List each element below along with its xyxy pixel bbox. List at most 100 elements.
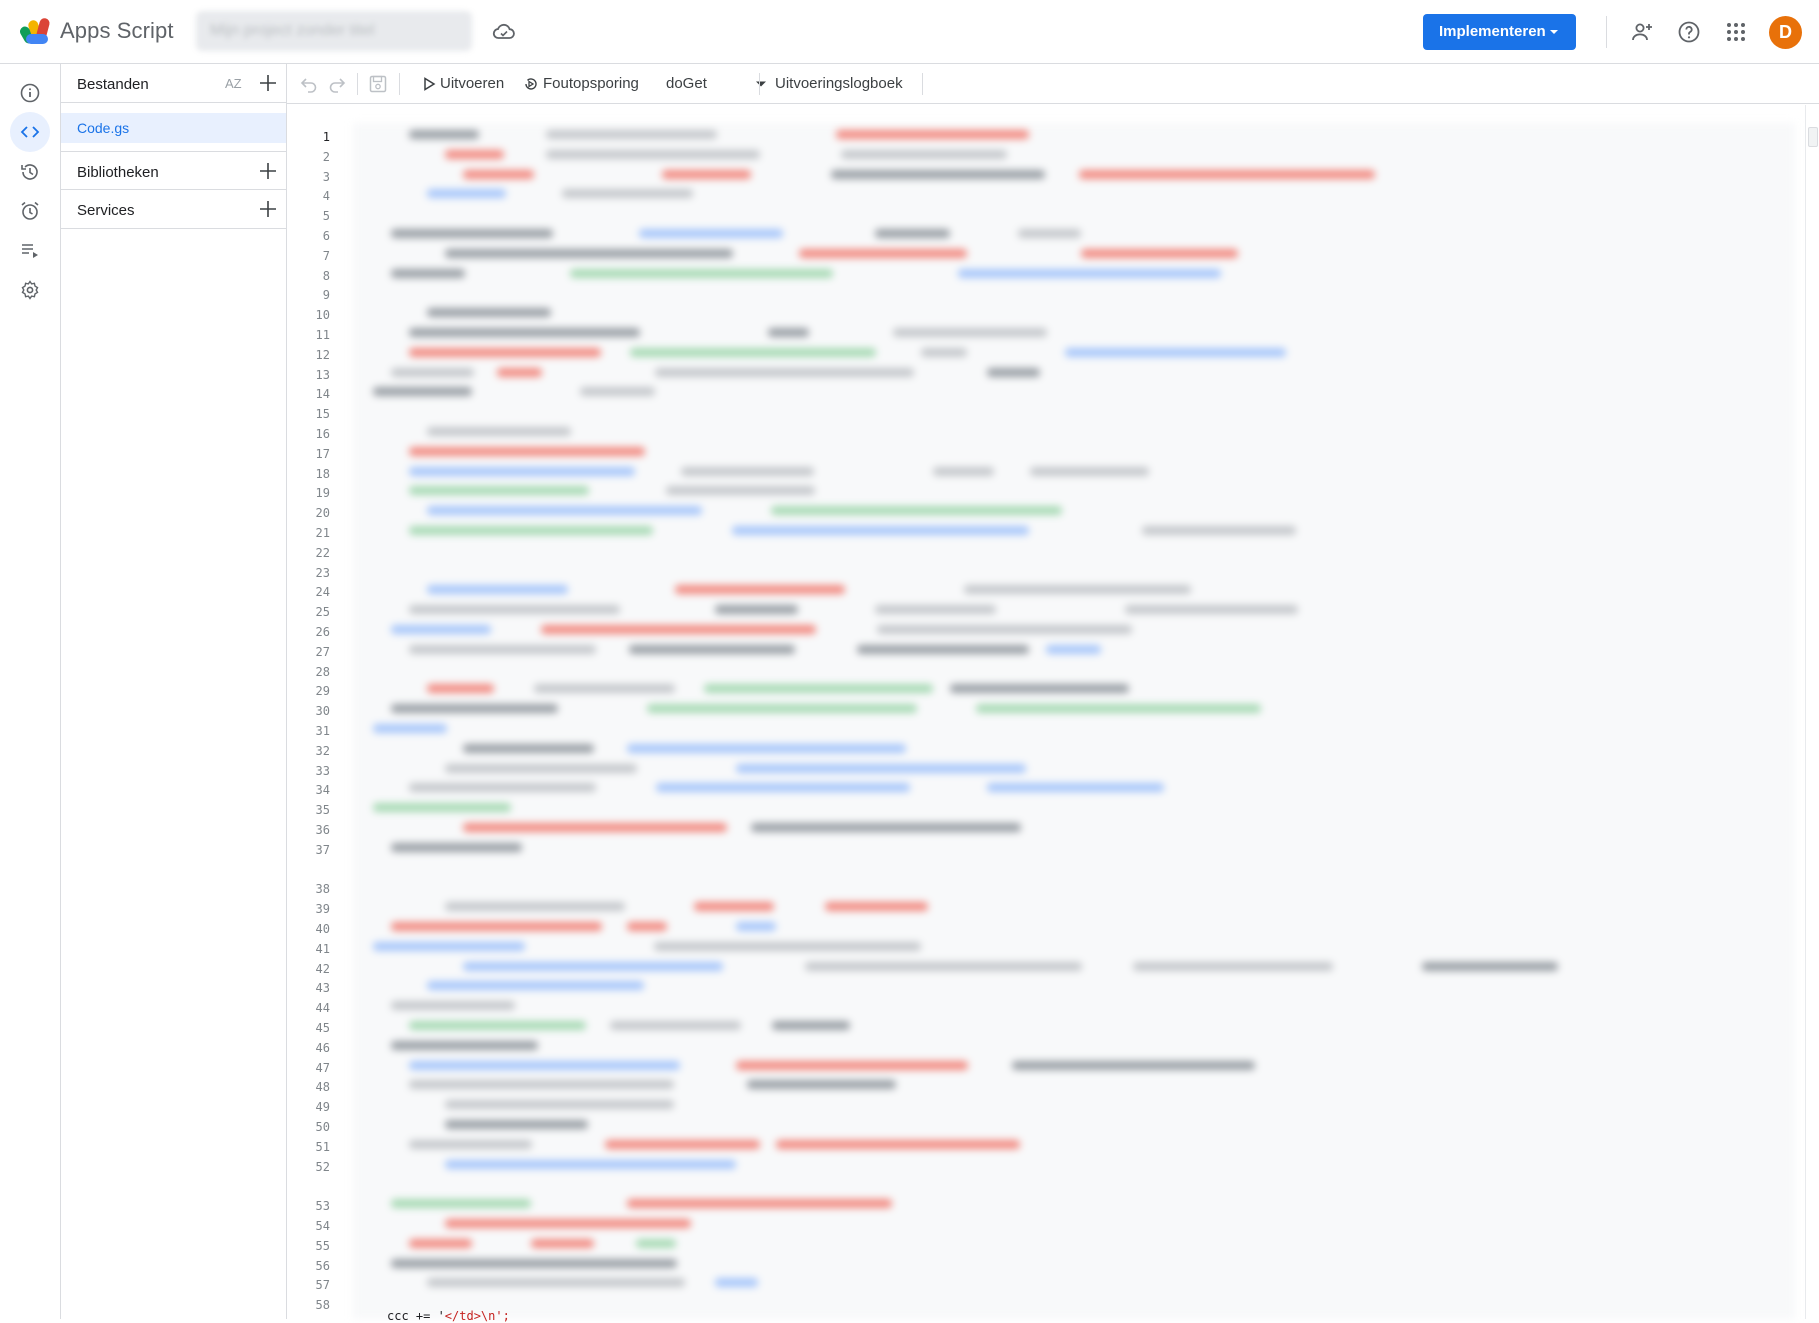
line-number: 1 bbox=[322, 130, 330, 144]
rail-item-executions[interactable] bbox=[10, 231, 50, 271]
svg-text:AZ: AZ bbox=[225, 76, 242, 91]
line-number: 28 bbox=[315, 664, 330, 679]
rail-item-settings[interactable] bbox=[10, 270, 50, 310]
scrollbar-thumb[interactable] bbox=[1808, 127, 1818, 147]
code-token bbox=[562, 189, 693, 199]
file-item-code-gs[interactable]: Code.gs bbox=[61, 113, 286, 143]
libraries-section-header[interactable]: Bibliotheken bbox=[61, 151, 287, 190]
add-person-icon[interactable] bbox=[1630, 20, 1654, 44]
run-button[interactable]: Uitvoeren bbox=[421, 64, 504, 104]
rail-item-overview[interactable] bbox=[10, 73, 50, 113]
code-token bbox=[373, 724, 447, 733]
code-token bbox=[391, 704, 558, 714]
code-icon bbox=[20, 126, 40, 138]
code-token bbox=[463, 743, 594, 753]
project-name-field[interactable]: Mijn project zonder titel bbox=[196, 11, 472, 51]
line-number: 52 bbox=[315, 1159, 330, 1174]
code-token bbox=[987, 367, 1040, 377]
code-token bbox=[704, 684, 933, 694]
code-token bbox=[877, 625, 1132, 634]
code-token bbox=[772, 1021, 850, 1030]
line-number: 56 bbox=[315, 1258, 330, 1273]
line-number: 55 bbox=[315, 1238, 330, 1253]
code-token bbox=[570, 268, 833, 278]
apps-script-logo[interactable] bbox=[20, 16, 54, 46]
code-token bbox=[463, 961, 723, 971]
app-title: Apps Script bbox=[60, 18, 174, 43]
redo-icon[interactable] bbox=[328, 75, 346, 93]
editor-scrollbar[interactable] bbox=[1805, 105, 1819, 1319]
code-token bbox=[445, 248, 733, 258]
code-editor[interactable]: 1 2 3 4 5 6 7 8 9 10 11 12 13 14 15 16 17 18 19 20 21 22 23 24 2… bbox=[287, 105, 1819, 1319]
line-number: 22 bbox=[315, 545, 330, 560]
line-number: 33 bbox=[315, 763, 330, 778]
line-number: 40 bbox=[315, 922, 330, 936]
services-section-header[interactable]: Services bbox=[61, 190, 287, 229]
app-header: Apps Script Mijn project zonder titel Im… bbox=[0, 0, 1819, 64]
line-number: 31 bbox=[315, 724, 330, 738]
code-token bbox=[921, 347, 967, 357]
code-token bbox=[654, 941, 921, 951]
debug-button[interactable]: Foutopsporing bbox=[523, 64, 639, 104]
code-token bbox=[694, 902, 774, 912]
line-number: 44 bbox=[315, 1001, 330, 1016]
code-token bbox=[445, 1219, 691, 1228]
rail-item-versions[interactable] bbox=[10, 152, 50, 192]
save-icon[interactable] bbox=[369, 75, 387, 93]
code-token bbox=[445, 1159, 736, 1169]
undo-icon[interactable] bbox=[300, 75, 318, 93]
code-token bbox=[666, 486, 815, 496]
info-icon bbox=[20, 83, 40, 103]
gear-icon bbox=[21, 280, 39, 300]
code-token bbox=[1065, 347, 1286, 357]
rail-item-triggers[interactable] bbox=[10, 191, 50, 231]
code-token bbox=[373, 803, 511, 813]
rail-item-editor[interactable] bbox=[10, 112, 50, 152]
code-token bbox=[751, 823, 1021, 832]
code-token bbox=[445, 149, 504, 159]
code-token bbox=[630, 347, 876, 357]
line-number: 42 bbox=[315, 961, 330, 976]
editor-toolbar: Uitvoeren Foutopsporing doGet Uitvoering… bbox=[287, 64, 1819, 104]
cloud-saved-icon[interactable] bbox=[492, 20, 516, 44]
chevron-down-icon bbox=[756, 81, 766, 87]
execution-log-button[interactable]: Uitvoeringslogboek bbox=[775, 64, 903, 104]
code-token bbox=[427, 684, 494, 694]
add-library-icon[interactable] bbox=[259, 162, 277, 180]
add-file-icon[interactable] bbox=[259, 74, 277, 92]
line-number: 43 bbox=[315, 981, 330, 996]
code-line-58-string: </td>\n'; bbox=[444, 1309, 510, 1323]
avatar[interactable]: D bbox=[1769, 16, 1802, 49]
line-number: 14 bbox=[315, 387, 330, 402]
code-token bbox=[776, 1139, 1020, 1149]
chevron-down-icon[interactable] bbox=[1546, 24, 1562, 40]
line-number: 13 bbox=[315, 367, 330, 382]
play-icon bbox=[424, 77, 436, 91]
code-token bbox=[391, 229, 553, 238]
function-select[interactable]: doGet bbox=[658, 64, 770, 104]
line-number: 11 bbox=[315, 328, 330, 342]
help-icon[interactable] bbox=[1677, 20, 1701, 44]
code-token bbox=[831, 169, 1045, 179]
code-token bbox=[627, 1199, 892, 1209]
code-token bbox=[391, 922, 602, 931]
line-number: 23 bbox=[315, 565, 330, 580]
code-token bbox=[732, 526, 1029, 535]
sort-az-icon[interactable]: AZ bbox=[225, 74, 247, 92]
line-number: 4 bbox=[322, 189, 330, 204]
line-number: 32 bbox=[315, 743, 330, 758]
deploy-button[interactable]: Implementeren bbox=[1423, 14, 1576, 50]
code-token bbox=[875, 229, 950, 238]
line-number: 8 bbox=[322, 268, 330, 283]
code-token bbox=[736, 763, 1026, 773]
line-number: 2 bbox=[322, 149, 330, 164]
line-number: 19 bbox=[315, 486, 330, 501]
code-token bbox=[445, 763, 637, 773]
run-button-label: Uitvoeren bbox=[440, 75, 505, 92]
blurred-code-content[interactable] bbox=[353, 123, 1795, 1319]
code-token bbox=[427, 981, 644, 991]
code-token bbox=[445, 902, 625, 912]
add-service-icon[interactable] bbox=[259, 200, 277, 218]
code-token bbox=[1079, 169, 1375, 179]
apps-grid-icon[interactable] bbox=[1724, 20, 1748, 44]
